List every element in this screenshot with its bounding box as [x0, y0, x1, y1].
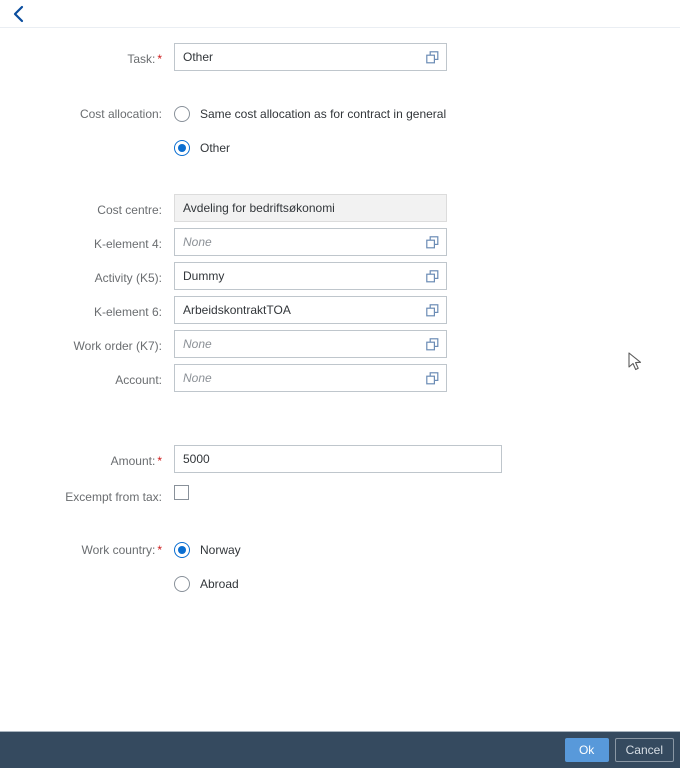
radio-work-country-abroad[interactable]: Abroad: [174, 570, 241, 598]
value-help-icon[interactable]: [418, 331, 446, 357]
field-row-cost-allocation: Cost allocation: Same cost allocation as…: [0, 100, 446, 162]
field-row-work-country: Work country: * Norway Abroad: [0, 536, 241, 598]
k-element-4-label: K-element 4:: [93, 237, 162, 251]
cost-centre-label: Cost centre:: [97, 203, 162, 217]
field-row-work-order-k7: Work order (K7): None: [0, 330, 447, 358]
field-row-k-element-4: K-element 4: None: [0, 228, 447, 256]
k-element-6-value: ArbeidskontraktTOA: [183, 303, 291, 317]
work-order-k7-input[interactable]: None: [174, 330, 447, 358]
required-asterisk: *: [157, 52, 162, 66]
back-button[interactable]: [6, 2, 32, 26]
cost-allocation-label: Cost allocation:: [79, 107, 162, 121]
excempt-from-tax-control: [174, 485, 189, 500]
radio-label-abroad: Abroad: [200, 577, 239, 591]
k-element-6-input[interactable]: ArbeidskontraktTOA: [174, 296, 447, 324]
cost-centre-value: Avdeling for bedriftsøkonomi: [183, 201, 335, 215]
radio-icon-unselected: [174, 106, 190, 122]
radio-work-country-norway[interactable]: Norway: [174, 536, 241, 564]
k-element-6-label: K-element 6:: [93, 305, 162, 319]
cost-centre-control: Avdeling for bedriftsøkonomi: [174, 194, 447, 222]
value-help-icon[interactable]: [418, 44, 446, 70]
field-row-task: Task: * Other: [0, 43, 447, 71]
ok-button[interactable]: Ok: [564, 738, 609, 762]
excempt-from-tax-label: Excempt from tax:: [65, 490, 162, 504]
account-input[interactable]: None: [174, 364, 447, 392]
radio-label-norway: Norway: [200, 543, 241, 557]
task-input[interactable]: Other: [174, 43, 447, 71]
work-country-radio-group: Norway Abroad: [174, 536, 241, 598]
amount-label: Amount: *: [110, 454, 162, 468]
value-help-icon[interactable]: [418, 297, 446, 323]
mouse-cursor: [628, 352, 644, 375]
account-control: None: [174, 364, 447, 392]
cost-allocation-radio-group: Same cost allocation as for contract in …: [174, 100, 446, 162]
radio-label-other: Other: [200, 141, 231, 155]
k-element-4-value: None: [183, 235, 212, 249]
task-value: Other: [183, 50, 214, 64]
chevron-left-icon: [12, 5, 26, 23]
excempt-from-tax-checkbox[interactable]: [174, 485, 189, 500]
radio-cost-allocation-other[interactable]: Other: [174, 134, 446, 162]
field-row-account: Account: None: [0, 364, 447, 392]
activity-k5-input[interactable]: Dummy: [174, 262, 447, 290]
footer-action-bar: Ok Cancel: [0, 731, 680, 768]
activity-k5-value: Dummy: [183, 269, 225, 283]
amount-input[interactable]: 5000: [174, 445, 502, 473]
required-asterisk: *: [157, 543, 162, 557]
value-help-icon[interactable]: [418, 263, 446, 289]
cost-centre-input: Avdeling for bedriftsøkonomi: [174, 194, 447, 222]
cost-allocation-control: Same cost allocation as for contract in …: [174, 100, 446, 162]
account-value: None: [183, 371, 212, 385]
value-help-icon[interactable]: [418, 365, 446, 391]
k-element-6-control: ArbeidskontraktTOA: [174, 296, 447, 324]
value-help-icon[interactable]: [418, 229, 446, 255]
form-body: Task: * Other Cost allocation: Same cost …: [0, 28, 680, 731]
field-row-excempt-from-tax: Excempt from tax:: [0, 485, 189, 505]
radio-icon-selected: [174, 140, 190, 156]
amount-value: 5000: [183, 452, 210, 466]
k-element-4-control: None: [174, 228, 447, 256]
field-row-activity-k5: Activity (K5): Dummy: [0, 262, 447, 290]
field-row-k-element-6: K-element 6: ArbeidskontraktTOA: [0, 296, 447, 324]
work-order-k7-label: Work order (K7):: [73, 339, 162, 353]
work-country-label: Work country: *: [81, 543, 162, 557]
k-element-4-input[interactable]: None: [174, 228, 447, 256]
task-label: Task: *: [127, 52, 162, 66]
radio-icon-selected: [174, 542, 190, 558]
field-row-cost-centre: Cost centre: Avdeling for bedriftsøkonom…: [0, 194, 447, 222]
field-row-amount: Amount: * 5000: [0, 445, 502, 473]
account-label: Account:: [115, 373, 162, 387]
radio-cost-allocation-same[interactable]: Same cost allocation as for contract in …: [174, 100, 446, 128]
radio-icon-unselected: [174, 576, 190, 592]
work-country-control: Norway Abroad: [174, 536, 241, 598]
radio-label-same: Same cost allocation as for contract in …: [200, 107, 447, 121]
app-header: [0, 0, 680, 28]
work-order-k7-control: None: [174, 330, 447, 358]
activity-k5-label: Activity (K5):: [94, 271, 162, 285]
required-asterisk: *: [157, 454, 162, 468]
activity-k5-control: Dummy: [174, 262, 447, 290]
cancel-button[interactable]: Cancel: [614, 738, 674, 762]
work-order-k7-value: None: [183, 337, 212, 351]
amount-control: 5000: [174, 445, 502, 473]
task-control: Other: [174, 43, 447, 71]
